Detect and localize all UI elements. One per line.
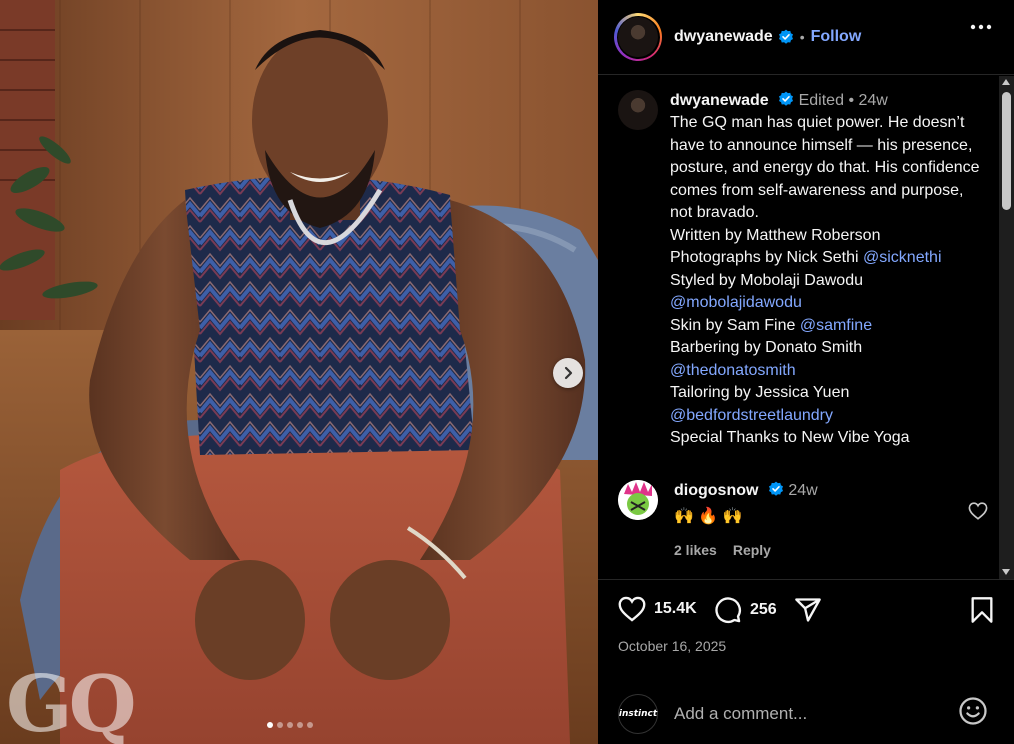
emoji-icon[interactable] [958,696,988,726]
comments-scrollbar[interactable] [999,76,1014,579]
header-separator: • [799,29,805,45]
caption-username[interactable]: dwyanewade [670,92,769,109]
post-details-panel: dwyanewade • Follow dwyanewade Edited • … [598,0,1014,744]
current-user-avatar: instinct [618,694,658,734]
scroll-down-arrow[interactable] [1002,569,1010,575]
post-caption: dwyanewade Edited • 24w The GQ man has q… [618,90,988,450]
caption-line: The GQ man has quiet power. He doesn’t h… [670,114,980,221]
post-time[interactable]: 24w [859,92,888,109]
scroll-up-arrow[interactable] [1002,79,1010,85]
post-photo[interactable]: GQ [0,0,598,744]
comment-heart-icon[interactable] [968,502,988,520]
comment-text: 🙌 🔥 🙌 [674,508,743,525]
follow-button[interactable]: Follow [811,28,862,46]
like-button[interactable]: 15.4K [618,596,697,622]
caption-line: Written by Matthew Roberson [670,226,881,244]
gq-watermark: GQ [6,659,137,744]
next-slide-button[interactable] [553,358,583,388]
edited-label: Edited [798,92,844,109]
comment-input[interactable] [674,704,944,724]
caption-author-avatar[interactable] [618,90,658,130]
comment-likes[interactable]: 2 likes [674,542,717,558]
save-button[interactable] [970,596,994,624]
scrollbar-thumb[interactable] [1002,92,1011,210]
post-date[interactable]: October 16, 2025 [618,638,726,654]
mention-link[interactable]: @thedonatosmith [670,362,796,379]
comment-icon [715,597,741,623]
caption-line: Skin by Sam Fine @samfine [670,316,873,334]
commenter-avatar[interactable] [618,480,658,520]
commenter-username[interactable]: diogosnow [674,482,758,499]
meta-separator: • [848,92,855,109]
comments-section: dwyanewade Edited • 24w The GQ man has q… [598,76,1014,580]
story-ring[interactable] [614,13,662,61]
verified-badge-icon [778,29,793,44]
verified-badge-icon [768,481,783,496]
author-avatar [618,17,658,57]
comment-time[interactable]: 24w [788,482,817,499]
caption-line: Barbering by Donato Smith @thedonatosmit… [670,339,863,379]
caption-line: Tailoring by Jessica Yuen @bedfordstreet… [670,384,850,424]
author-username[interactable]: dwyanewade [674,28,773,46]
caption-line: Special Thanks to New Vibe Yoga [670,429,910,446]
share-icon [795,598,821,622]
comment-count[interactable]: 256 [750,601,777,619]
post-actions: 15.4K 256 [598,596,1014,630]
mention-link[interactable]: @mobolajidawodu [670,294,802,311]
share-button[interactable] [794,596,822,624]
caption-text: The GQ man has quiet power. He doesn’t h… [670,112,988,450]
comment-item: diogosnow 24w 🙌 🔥 🙌 2 likes Reply [618,480,988,558]
carousel-dot [277,722,283,728]
like-count[interactable]: 15.4K [654,600,697,618]
commenter-avatar-art [618,480,658,520]
verified-badge-icon [779,91,794,106]
carousel-dot [297,722,303,728]
bookmark-icon [971,597,993,623]
mention-link[interactable]: @samfine [800,317,872,334]
carousel-dot [287,722,293,728]
caption-line: Styled by Mobolaji Dawodu @mobolajidawod… [670,271,863,312]
chevron-right-icon [564,366,573,380]
caption-line: Photographs by Nick Sethi @sicknethi [670,249,942,266]
carousel-dot [267,722,273,728]
comment-button[interactable]: 256 [714,596,777,624]
more-options-icon[interactable] [970,24,992,30]
heart-icon [618,596,646,622]
mention-link[interactable]: @sicknethi [863,249,942,266]
carousel-indicator [267,722,313,728]
post-header: dwyanewade • Follow [598,0,1014,75]
photo-illustration [0,0,598,744]
carousel-dot [307,722,313,728]
mention-link[interactable]: @bedfordstreetlaundry [670,407,833,424]
comment-composer: instinct [598,684,1014,744]
reply-button[interactable]: Reply [733,542,771,558]
